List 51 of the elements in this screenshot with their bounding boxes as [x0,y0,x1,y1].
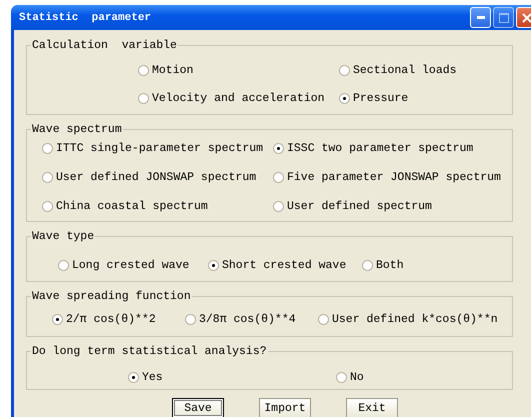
radio-label[interactable]: User defined spectrum [287,200,432,213]
maximize-icon [498,12,508,22]
radio-label[interactable]: Yes [142,371,163,384]
radio-label[interactable]: China coastal spectrum [56,200,208,213]
close-icon [522,12,531,22]
radio-label[interactable]: User defined k*cos(θ)**n [332,313,498,326]
radio-button[interactable] [185,314,196,325]
radio-button[interactable] [138,65,149,76]
radio-button[interactable] [362,260,373,271]
radio-button[interactable] [273,143,284,154]
group-title: Do long term statistical analysis? [31,345,268,358]
minimize-icon [476,16,484,19]
radio-label[interactable]: 2/π cos(θ)**2 [66,313,156,326]
radio-button[interactable] [336,372,347,383]
radio-label[interactable]: 3/8π cos(θ)**4 [199,313,296,326]
radio-button[interactable] [128,372,139,383]
group-title: Wave spreading function [31,290,192,303]
group-title: Wave type [31,230,96,243]
group-title: Wave spectrum [31,123,123,136]
radio-label[interactable]: Pressure [353,92,408,105]
radio-button[interactable] [339,65,350,76]
radio-button[interactable] [42,201,53,212]
radio-label[interactable]: Motion [152,64,194,77]
group-title: Calculation variable [31,39,178,52]
radio-button[interactable] [42,143,53,154]
maximize-button[interactable] [493,7,514,28]
radio-button[interactable] [273,201,284,212]
radio-label[interactable]: ISSC two parameter spectrum [287,142,474,155]
minimize-button[interactable] [470,7,491,28]
dialog-button[interactable]: Import [259,398,311,417]
radio-label[interactable]: ITTC single-parameter spectrum [56,142,264,155]
radio-label[interactable]: Both [376,259,404,272]
radio-label[interactable]: Sectional loads [353,64,457,77]
radio-button[interactable] [42,172,53,183]
radio-button[interactable] [52,314,63,325]
radio-button[interactable] [208,260,219,271]
dialog-button[interactable]: Exit [346,398,398,417]
close-button[interactable] [516,7,531,28]
radio-button[interactable] [138,93,149,104]
radio-button[interactable] [339,93,350,104]
radio-label[interactable]: Five parameter JONSWAP spectrum [287,171,501,184]
radio-label[interactable]: Long crested wave [72,259,190,272]
radio-label[interactable]: No [350,371,364,384]
radio-label[interactable]: User defined JONSWAP spectrum [56,171,256,184]
radio-label[interactable]: Velocity and acceleration [152,92,325,105]
dialog-button[interactable]: Save [172,398,224,417]
radio-button[interactable] [273,172,284,183]
window-title: Statistic parameter [19,12,152,24]
radio-label[interactable]: Short crested wave [222,259,346,272]
radio-button[interactable] [58,260,69,271]
radio-button[interactable] [318,314,329,325]
